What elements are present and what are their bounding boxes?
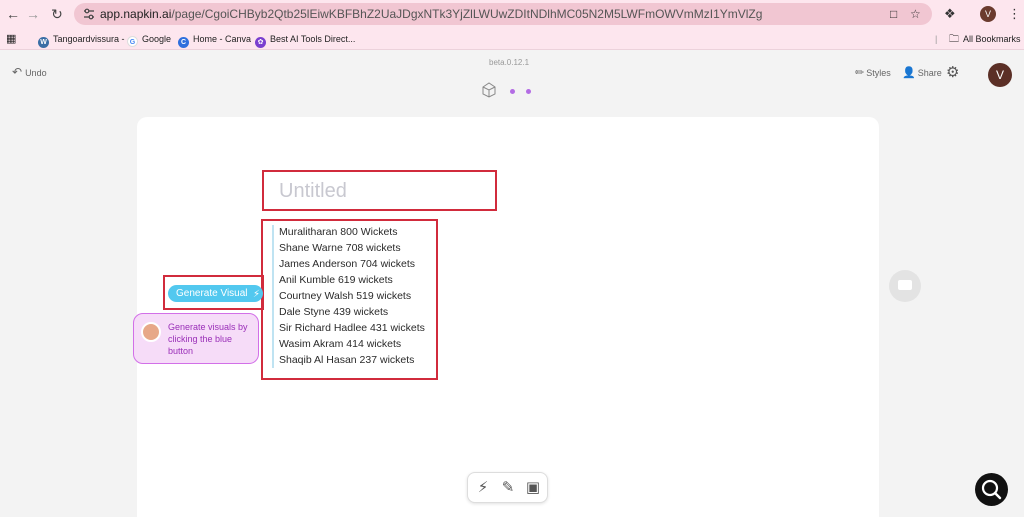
- wordpress-icon: W: [38, 37, 49, 48]
- apps-grid-icon[interactable]: ▦: [6, 31, 16, 47]
- undo-button[interactable]: ↶ Undo: [12, 65, 47, 80]
- styles-label: Styles: [866, 68, 891, 78]
- undo-icon: ↶: [12, 65, 23, 79]
- version-label: beta.0.12.1: [489, 58, 530, 67]
- styles-button[interactable]: ✏ Styles: [855, 66, 891, 80]
- address-bar[interactable]: app.napkin.ai/page/CgoiCHByb2Qtb25lEiwKB…: [74, 3, 932, 25]
- share-button[interactable]: 👤 Share: [902, 66, 942, 80]
- browser-toolbar: ← → ↻ app.napkin.ai/page/CgoiCHByb2Qtb25…: [0, 0, 1024, 28]
- generate-visual-button[interactable]: Generate Visual ⚡: [168, 285, 263, 302]
- list-item[interactable]: Sir Richard Hadlee 431 wickets: [279, 320, 425, 336]
- bookmarks-divider: |: [935, 34, 938, 44]
- bookmark-tangoardvissura[interactable]: W Tangoardvissura -: [38, 31, 125, 48]
- bookmark-ai-tools[interactable]: ✿ Best AI Tools Direct...: [255, 31, 356, 48]
- google-icon: G: [127, 36, 138, 47]
- undo-label: Undo: [25, 68, 47, 78]
- bookmark-star-icon[interactable]: ☆: [910, 7, 921, 21]
- comment-button[interactable]: [889, 270, 921, 302]
- bottom-toolbar: ⚡ ✎ ▣: [467, 472, 548, 503]
- bookmark-label: Best AI Tools Direct...: [270, 34, 356, 44]
- generate-search-icon[interactable]: ⚡: [474, 479, 492, 497]
- bookmark-label: Tangoardvissura -: [53, 34, 125, 44]
- list-item[interactable]: Muralitharan 800 Wickets: [279, 224, 425, 240]
- list-item[interactable]: Shaqib Al Hasan 237 wickets: [279, 352, 425, 368]
- napkin-logo-icon: [482, 82, 496, 98]
- reload-icon[interactable]: ↻: [48, 5, 66, 23]
- list-item[interactable]: Courtney Walsh 519 wickets: [279, 288, 425, 304]
- search-fab-button[interactable]: [975, 473, 1008, 506]
- folder-icon: 🗀: [949, 34, 959, 45]
- bookmark-label: Google: [142, 34, 172, 44]
- list-item[interactable]: Dale Styne 439 wickets: [279, 304, 425, 320]
- loading-dot: [526, 89, 531, 94]
- pen-icon[interactable]: ✎: [499, 479, 517, 497]
- loading-dot: [510, 89, 515, 94]
- url-text: app.napkin.ai/page/CgoiCHByb2Qtb25lEiwKB…: [100, 7, 762, 21]
- generate-highlight: Generate Visual ⚡: [163, 275, 264, 310]
- page-title[interactable]: Untitled: [279, 180, 347, 203]
- list-item[interactable]: Anil Kumble 619 wickets: [279, 272, 425, 288]
- bookmark-canva[interactable]: C Home - Canva: [178, 31, 252, 48]
- lightning-icon: ⚡: [252, 289, 260, 300]
- bookmark-google[interactable]: G Google: [127, 31, 171, 47]
- hint-text: Generate visuals by clicking the blue bu…: [168, 322, 248, 356]
- install-app-icon[interactable]: □: [890, 7, 897, 21]
- bookmark-label: Home - Canva: [193, 34, 252, 44]
- extensions-icon[interactable]: ❖: [944, 5, 956, 23]
- wickets-list[interactable]: Muralitharan 800 Wickets Shane Warne 708…: [279, 224, 425, 368]
- comment-icon: [898, 280, 912, 290]
- back-icon[interactable]: ←: [4, 5, 22, 23]
- hint-tooltip: Generate visuals by clicking the blue bu…: [133, 313, 259, 364]
- list-item[interactable]: Shane Warne 708 wickets: [279, 240, 425, 256]
- site-settings-icon[interactable]: [82, 7, 96, 21]
- all-bookmarks[interactable]: 🗀 All Bookmarks: [949, 31, 1021, 47]
- browser-menu-icon[interactable]: ⋮: [1008, 5, 1021, 23]
- forward-icon[interactable]: →: [24, 5, 42, 23]
- url-host: app.napkin.ai: [100, 7, 172, 21]
- browser-profile-avatar[interactable]: V: [980, 6, 996, 22]
- block-indicator: [272, 225, 274, 368]
- add-person-icon: 👤: [902, 67, 916, 79]
- list-item[interactable]: Wasim Akram 414 wickets: [279, 336, 425, 352]
- title-highlight: Untitled: [262, 170, 497, 211]
- user-avatar[interactable]: V: [988, 63, 1012, 87]
- share-label: Share: [917, 68, 942, 78]
- generate-visual-label: Generate Visual: [176, 288, 248, 299]
- brush-icon: ✏: [855, 67, 865, 79]
- image-icon[interactable]: ▣: [524, 479, 542, 497]
- search-icon: [981, 479, 1002, 500]
- content-highlight: Muralitharan 800 Wickets Shane Warne 708…: [261, 219, 438, 380]
- list-item[interactable]: James Anderson 704 wickets: [279, 256, 425, 272]
- bookmarks-bar: ▦ W Tangoardvissura - G Google C Home - Can…: [0, 28, 1024, 50]
- canva-icon: C: [178, 37, 189, 48]
- all-bookmarks-label: All Bookmarks: [963, 34, 1021, 44]
- gear-icon[interactable]: ⚙: [946, 64, 959, 82]
- assistant-avatar: [141, 322, 161, 342]
- ai-tools-icon: ✿: [255, 37, 266, 48]
- url-path: /page/CgoiCHByb2Qtb25lEiwKBFBhZ2UaJDgxNT…: [171, 7, 763, 21]
